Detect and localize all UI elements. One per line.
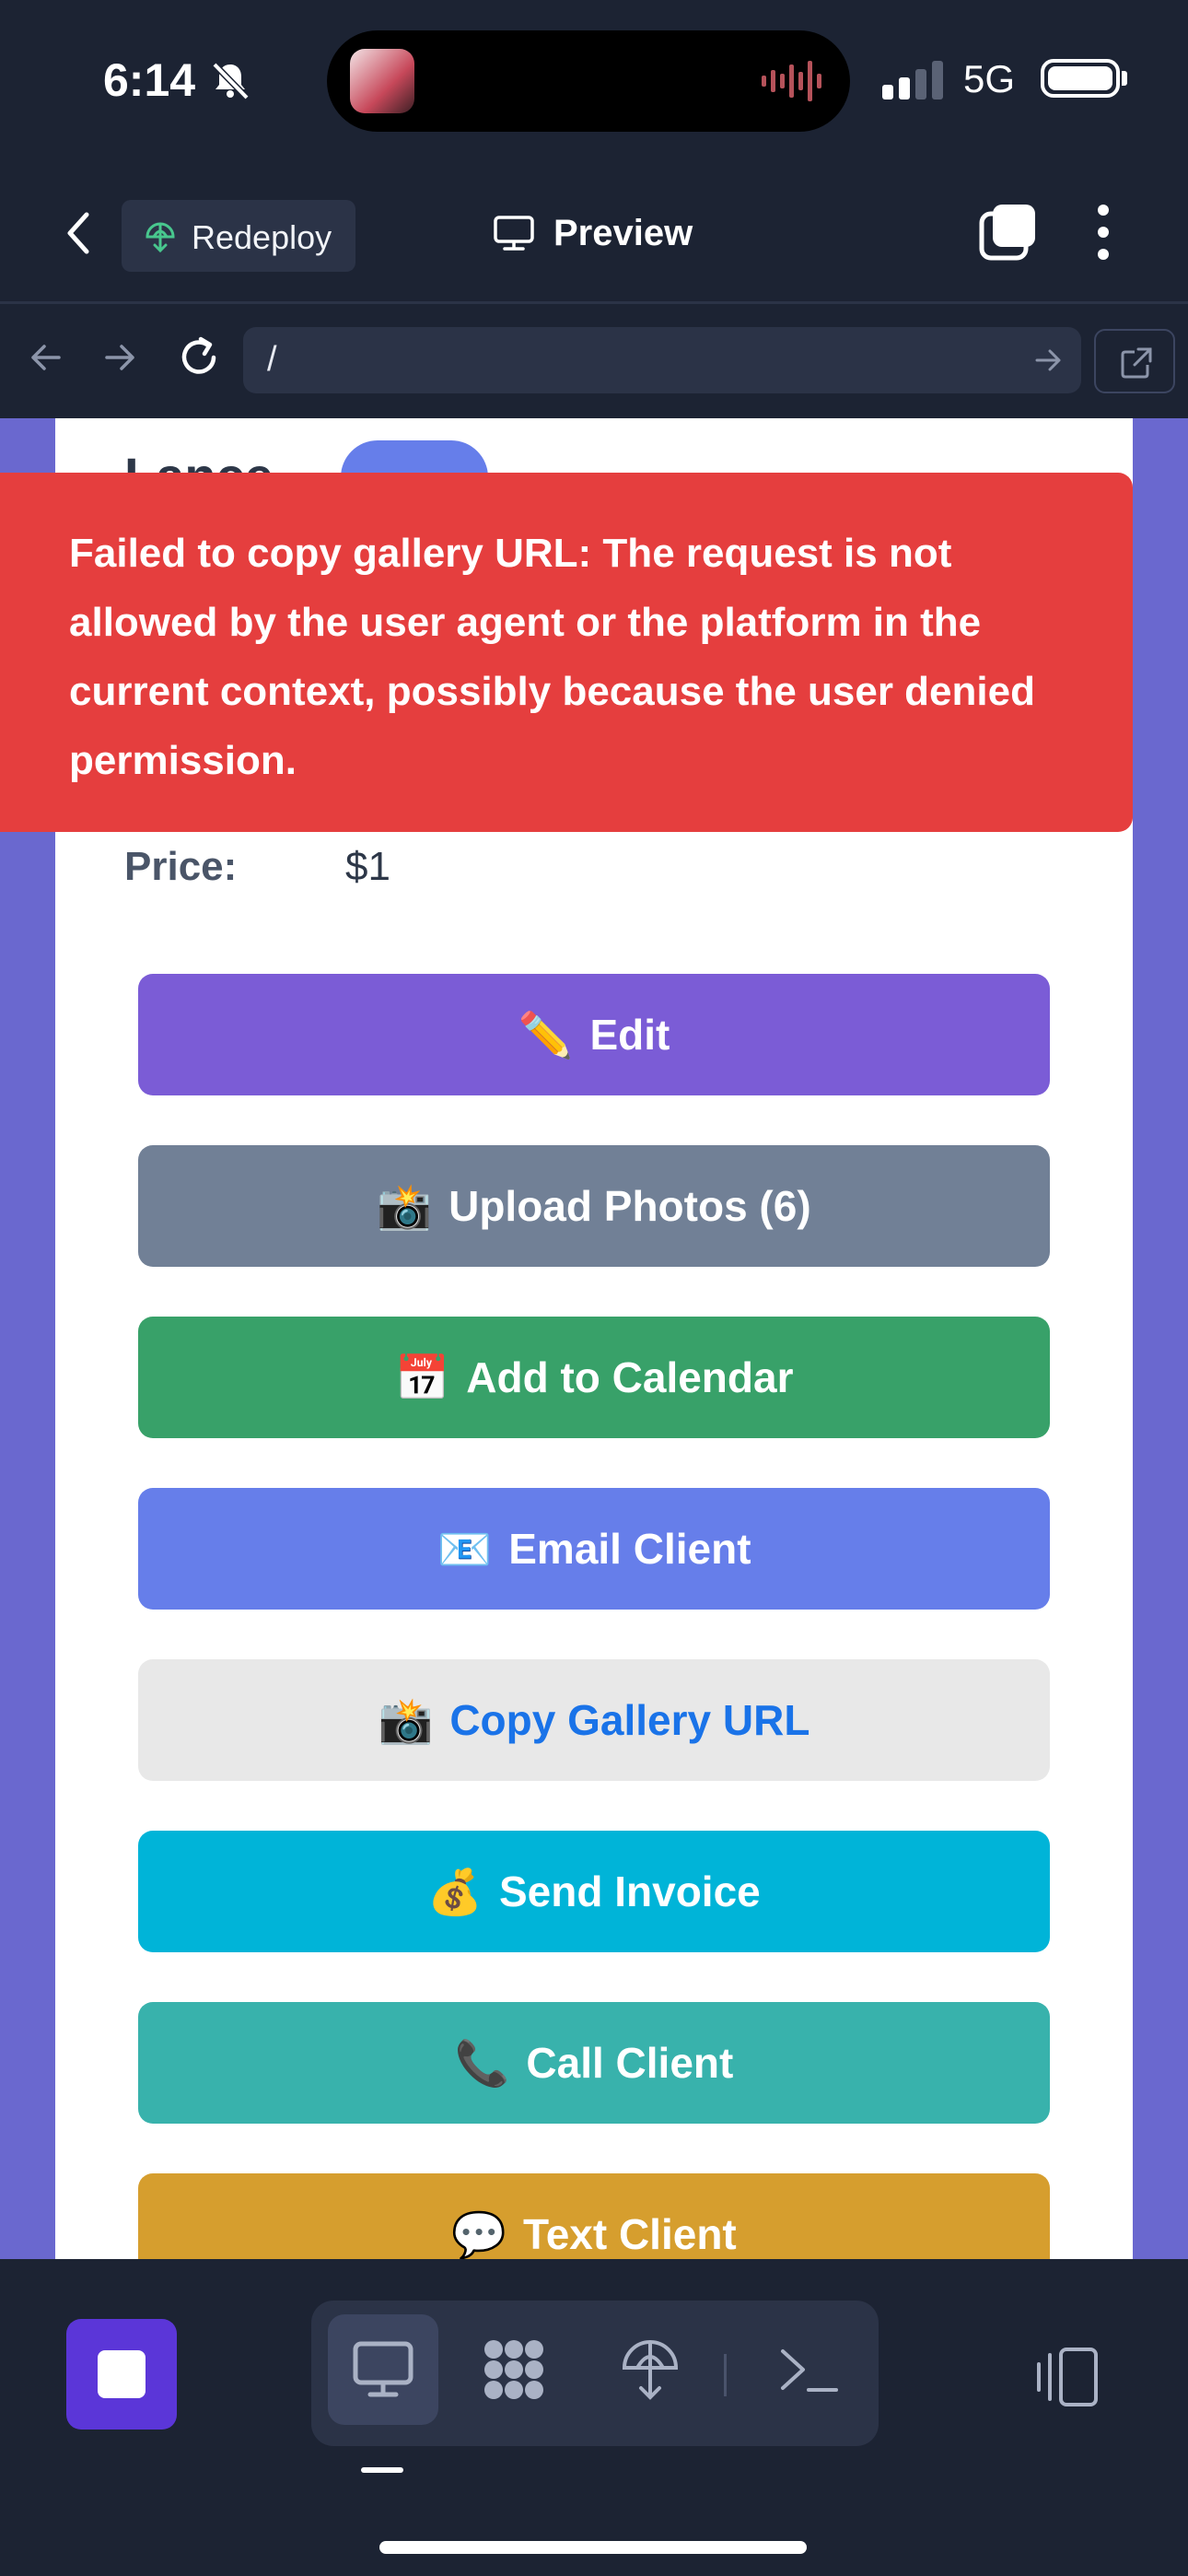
- open-external-button[interactable]: [1094, 329, 1175, 393]
- call-client-button[interactable]: 📞 Call Client: [138, 2002, 1050, 2124]
- deploy-icon: [622, 2340, 679, 2400]
- upload-photos-label: Upload Photos (6): [448, 1182, 811, 1230]
- error-toast[interactable]: Failed to copy gallery URL: The request …: [0, 473, 1133, 832]
- active-tab-indicator: [361, 2467, 403, 2473]
- status-time: 6:14: [103, 54, 196, 106]
- send-invoice-label: Send Invoice: [499, 1868, 761, 1915]
- app-header: Redeploy Preview: [0, 161, 1188, 304]
- phone-icon: 📞: [454, 2039, 510, 2089]
- tabs-icon[interactable]: [978, 203, 1037, 262]
- url-toolbar: /: [0, 304, 1188, 416]
- edit-label: Edit: [589, 1011, 670, 1059]
- battery-icon: [1041, 59, 1120, 98]
- price-value: $1: [345, 844, 390, 889]
- dynamic-island: [327, 30, 850, 132]
- apps-icon: [484, 2340, 543, 2399]
- money-bag-icon: 💰: [427, 1868, 483, 1917]
- home-indicator[interactable]: [379, 2541, 807, 2554]
- add-to-calendar-label: Add to Calendar: [466, 1353, 794, 1401]
- url-text: /: [267, 340, 277, 379]
- monitor-icon: [494, 216, 534, 251]
- terminal-tool-button[interactable]: [753, 2314, 864, 2425]
- price-label: Price:: [124, 844, 238, 889]
- signal-icon: [882, 61, 943, 100]
- deploy-icon: [146, 222, 175, 253]
- terminal-icon: [781, 2349, 838, 2392]
- url-input[interactable]: /: [243, 327, 1081, 393]
- desktop-icon: [353, 2341, 413, 2397]
- send-invoice-button[interactable]: 💰 Send Invoice: [138, 1831, 1050, 1952]
- go-arrow-icon[interactable]: [1033, 345, 1063, 375]
- edit-button[interactable]: ✏️ Edit: [138, 974, 1050, 1095]
- back-chevron-icon[interactable]: [55, 205, 101, 261]
- text-client-button[interactable]: 💬 Text Client: [138, 2173, 1050, 2259]
- email-client-label: Email Client: [508, 1525, 751, 1573]
- audio-wave-icon: [762, 61, 821, 101]
- apps-tool-button[interactable]: [459, 2314, 569, 2425]
- reload-icon[interactable]: [171, 330, 227, 385]
- external-link-icon: [1121, 347, 1152, 379]
- camera-flash-icon: 📸: [378, 1696, 434, 1746]
- toolbar-divider: [724, 2354, 727, 2396]
- battery-tip: [1122, 71, 1127, 86]
- copy-gallery-url-button[interactable]: 📸 Copy Gallery URL: [138, 1659, 1050, 1781]
- call-client-label: Call Client: [526, 2039, 734, 2087]
- error-message: Failed to copy gallery URL: The request …: [69, 531, 1035, 783]
- arrow-right-icon[interactable]: [92, 330, 147, 385]
- status-bar: 6:14 5G: [0, 0, 1188, 161]
- redeploy-button[interactable]: Redeploy: [122, 200, 355, 272]
- email-icon: 📧: [437, 1525, 493, 1575]
- redeploy-label: Redeploy: [192, 218, 332, 256]
- speech-bubble-icon: 💬: [451, 2210, 507, 2260]
- calendar-icon: 📅: [394, 1353, 450, 1403]
- arrow-left-icon[interactable]: [18, 330, 74, 385]
- stop-button[interactable]: [66, 2319, 177, 2430]
- bell-muted-icon: [212, 62, 250, 100]
- add-to-calendar-button[interactable]: 📅 Add to Calendar: [138, 1317, 1050, 1438]
- preview-title-text: Preview: [553, 213, 693, 253]
- more-options-icon[interactable]: [1094, 203, 1112, 262]
- copy-gallery-url-label: Copy Gallery URL: [449, 1696, 810, 1744]
- upload-photos-button[interactable]: 📸 Upload Photos (6): [138, 1145, 1050, 1267]
- split-view-icon[interactable]: [1031, 2342, 1101, 2412]
- deploy-tool-button[interactable]: [595, 2314, 705, 2425]
- network-type: 5G: [963, 57, 1016, 100]
- email-client-button[interactable]: 📧 Email Client: [138, 1488, 1050, 1610]
- tool-switcher: [311, 2301, 879, 2446]
- now-playing-app-icon: [350, 49, 414, 113]
- pencil-icon: ✏️: [518, 1011, 574, 1060]
- bottom-toolbar: [0, 2259, 1188, 2576]
- text-client-label: Text Client: [523, 2210, 737, 2258]
- preview-tool-button[interactable]: [328, 2314, 438, 2425]
- camera-flash-icon: 📸: [377, 1182, 433, 1232]
- stop-icon: [98, 2350, 146, 2398]
